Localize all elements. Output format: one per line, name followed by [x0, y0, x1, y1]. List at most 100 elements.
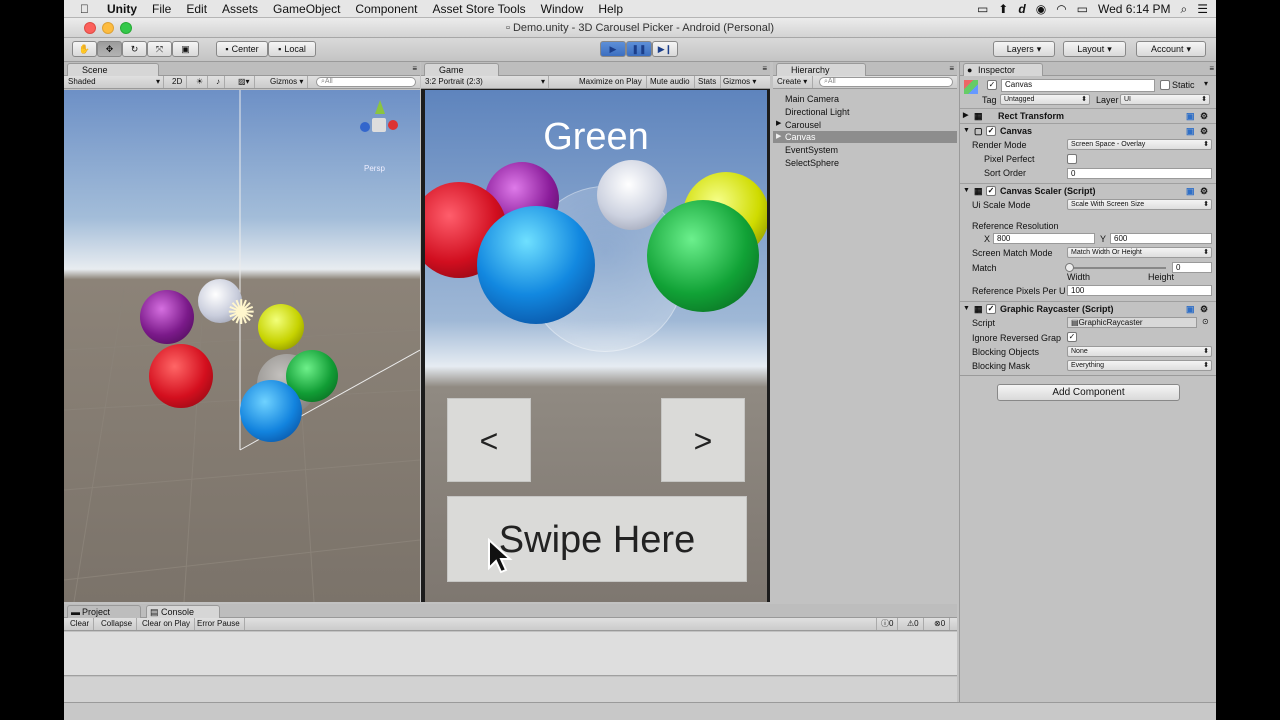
- layout-dropdown[interactable]: Layout ▾: [1063, 41, 1126, 57]
- gear-icon[interactable]: ⚙: [1200, 124, 1208, 138]
- audio-toggle-icon[interactable]: ♪: [212, 76, 225, 88]
- game-gizmos-dropdown[interactable]: Gizmos ▾: [719, 76, 760, 88]
- sort-order-field[interactable]: 0: [1067, 168, 1212, 179]
- hierarchy-item-main-camera[interactable]: Main Camera: [785, 93, 839, 105]
- effects-dropdown-icon[interactable]: ▨▾: [234, 76, 255, 88]
- minimize-window-button[interactable]: [102, 22, 114, 34]
- menu-edit[interactable]: Edit: [186, 2, 207, 16]
- screen-record-icon[interactable]: ▭: [977, 2, 988, 16]
- layer-dropdown[interactable]: UI: [1120, 94, 1210, 105]
- menu-asset-store-tools[interactable]: Asset Store Tools: [432, 2, 525, 16]
- notification-center-icon[interactable]: ☰: [1197, 2, 1208, 16]
- console-warning-toggle[interactable]: ⚠0: [903, 618, 924, 630]
- static-checkbox[interactable]: [1160, 80, 1170, 90]
- mute-audio-toggle[interactable]: Mute audio: [646, 76, 695, 88]
- console-info-toggle[interactable]: ⓘ0: [876, 618, 899, 630]
- scale-tool-button[interactable]: ⤧: [147, 41, 172, 57]
- expand-arrow-icon[interactable]: ▶: [963, 109, 968, 123]
- console-error-pause-toggle[interactable]: Error Pause: [193, 618, 245, 630]
- hierarchy-item-eventsystem[interactable]: EventSystem: [785, 144, 838, 156]
- upload-icon[interactable]: ⬆: [998, 2, 1008, 16]
- console-error-toggle[interactable]: ⊗0: [930, 618, 951, 630]
- move-tool-button[interactable]: ✥: [97, 41, 122, 57]
- game-green-sphere[interactable]: [647, 200, 759, 312]
- step-button[interactable]: ▶❙: [652, 41, 678, 57]
- shading-dropdown[interactable]: Shaded ▾: [64, 76, 164, 88]
- ref-x-field[interactable]: 800: [993, 233, 1095, 244]
- game-white-sphere[interactable]: [597, 160, 667, 230]
- pivot-center-button[interactable]: ▪ Center: [216, 41, 268, 57]
- light-gizmo-icon[interactable]: ✺: [227, 296, 256, 330]
- rect-transform-header[interactable]: ▶ ▦ Rect Transform ▣ ⚙: [960, 108, 1216, 123]
- help-icon[interactable]: ▣: [1186, 184, 1195, 198]
- hierarchy-search-input[interactable]: ⌕All: [819, 77, 953, 87]
- collapse-arrow-icon[interactable]: ▼: [963, 124, 970, 138]
- scene-search-input[interactable]: ⌕All: [316, 77, 416, 87]
- pixel-perfect-checkbox[interactable]: [1067, 154, 1077, 164]
- gizmo-x-axis-icon[interactable]: [388, 120, 398, 130]
- tab-console[interactable]: ▤ Console: [146, 605, 220, 618]
- help-icon[interactable]: ▣: [1186, 109, 1195, 123]
- game-viewport[interactable]: Green < > Swipe Here: [425, 90, 767, 602]
- active-checkbox[interactable]: ✓: [987, 80, 997, 90]
- game-blue-sphere[interactable]: [477, 206, 595, 324]
- rect-tool-button[interactable]: ▣: [172, 41, 199, 57]
- canvas-scaler-header[interactable]: ▼ ▦ ✓ Canvas Scaler (Script) ▣ ⚙: [960, 183, 1216, 198]
- match-slider-track[interactable]: [1070, 267, 1166, 269]
- tab-game[interactable]: Game: [424, 63, 499, 76]
- add-component-button[interactable]: Add Component: [997, 384, 1180, 401]
- script-field[interactable]: ▤GraphicRaycaster: [1067, 317, 1197, 328]
- console-clear-on-play-toggle[interactable]: Clear on Play: [138, 618, 196, 630]
- scene-purple-sphere[interactable]: [140, 290, 194, 344]
- menu-window[interactable]: Window: [541, 2, 584, 16]
- scene-yellow-sphere[interactable]: [258, 304, 304, 350]
- hand-tool-button[interactable]: ✋: [72, 41, 97, 57]
- chevron-down-icon[interactable]: ▾: [1204, 79, 1208, 88]
- tag-dropdown[interactable]: Untagged: [1000, 94, 1090, 105]
- raycaster-enabled-checkbox[interactable]: ✓: [986, 304, 996, 314]
- gear-icon[interactable]: ⚙: [1200, 302, 1208, 316]
- gizmo-center-cube-icon[interactable]: [372, 118, 386, 132]
- blocking-objects-dropdown[interactable]: None: [1067, 346, 1212, 357]
- gizmo-z-axis-icon[interactable]: [360, 122, 370, 132]
- console-log-area[interactable]: [64, 632, 957, 676]
- tab-hierarchy[interactable]: Hierarchy: [776, 63, 866, 76]
- help-icon[interactable]: ▣: [1186, 302, 1195, 316]
- expand-arrow-icon[interactable]: ▶: [776, 132, 781, 140]
- hierarchy-item-canvas[interactable]: Canvas: [785, 131, 816, 143]
- menu-component[interactable]: Component: [355, 2, 417, 16]
- create-dropdown[interactable]: Create ▾: [773, 76, 813, 88]
- apple-icon[interactable]: : [80, 2, 89, 16]
- pixels-per-unit-field[interactable]: 100: [1067, 285, 1212, 296]
- expand-arrow-icon[interactable]: ▶: [776, 119, 781, 127]
- panel-menu-icon[interactable]: ≡: [1209, 64, 1214, 73]
- object-picker-icon[interactable]: ⊙: [1202, 317, 1209, 326]
- ref-y-field[interactable]: 600: [1110, 233, 1212, 244]
- gizmo-y-axis-icon[interactable]: [375, 100, 385, 114]
- panel-menu-icon[interactable]: ≡: [762, 64, 767, 73]
- menu-gameobject[interactable]: GameObject: [273, 2, 340, 16]
- console-detail-area[interactable]: [64, 677, 957, 702]
- canvas-scaler-enabled-checkbox[interactable]: ✓: [986, 186, 996, 196]
- gear-icon[interactable]: ⚙: [1200, 109, 1208, 123]
- battery-icon[interactable]: ▭: [1077, 2, 1088, 16]
- hierarchy-item-directional-light[interactable]: Directional Light: [785, 106, 850, 118]
- screen-match-mode-dropdown[interactable]: Match Width Or Height: [1067, 247, 1212, 258]
- menu-file[interactable]: File: [152, 2, 171, 16]
- gear-icon[interactable]: ⚙: [1200, 184, 1208, 198]
- tab-scene[interactable]: Scene: [67, 63, 159, 76]
- panel-menu-icon[interactable]: ≡: [949, 64, 954, 73]
- help-icon[interactable]: ▣: [1186, 124, 1195, 138]
- graphic-raycaster-header[interactable]: ▼ ▦ ✓ Graphic Raycaster (Script) ▣ ⚙: [960, 301, 1216, 316]
- lighting-toggle-icon[interactable]: ☀: [192, 76, 209, 88]
- menu-app[interactable]: Unity: [107, 2, 137, 16]
- console-clear-button[interactable]: Clear: [66, 618, 95, 630]
- wifi-icon[interactable]: ◠: [1056, 2, 1066, 16]
- scene-red-sphere[interactable]: [149, 344, 213, 408]
- maximize-on-play-toggle[interactable]: Maximize on Play: [575, 76, 647, 88]
- menu-assets[interactable]: Assets: [222, 2, 258, 16]
- 2d-toggle[interactable]: 2D: [168, 76, 188, 88]
- layers-dropdown[interactable]: Layers ▾: [993, 41, 1055, 57]
- hierarchy-item-carousel[interactable]: Carousel: [785, 119, 821, 131]
- canvas-enabled-checkbox[interactable]: ✓: [986, 126, 996, 136]
